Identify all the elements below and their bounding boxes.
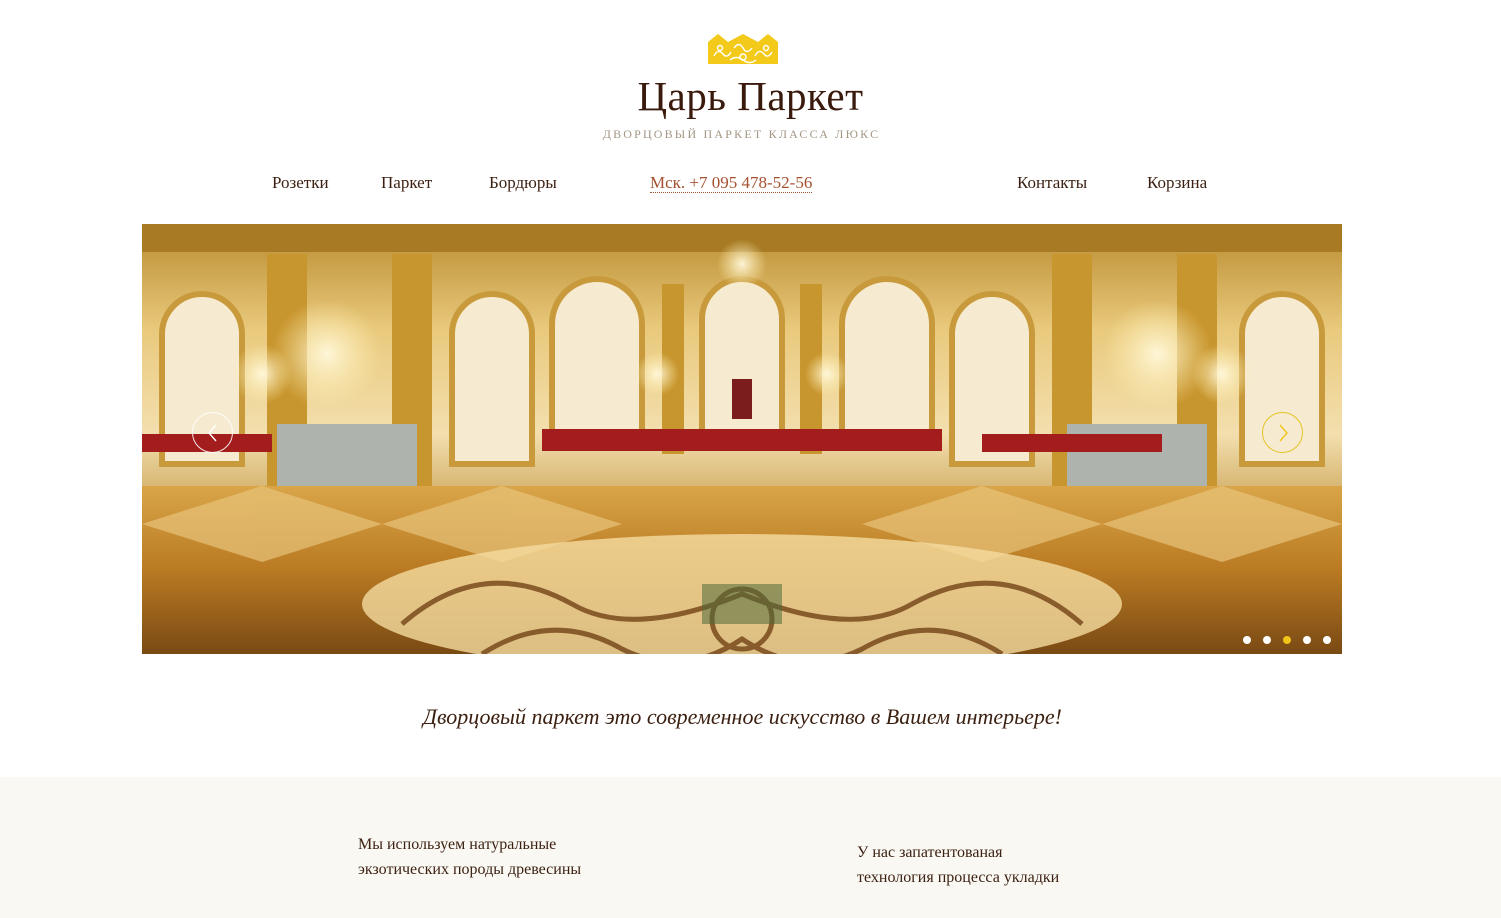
slider-next-button[interactable] bbox=[1262, 412, 1303, 453]
feature-patented-technology: У нас запатентованая технология процесса… bbox=[857, 840, 1059, 890]
slider-dot-3[interactable] bbox=[1283, 636, 1291, 644]
crown-icon bbox=[708, 34, 778, 64]
slider-dot-5[interactable] bbox=[1323, 636, 1331, 644]
nav-borders[interactable]: Бордюры bbox=[489, 173, 557, 193]
nav-rosettes[interactable]: Розетки bbox=[272, 173, 329, 193]
nav-cart[interactable]: Корзина bbox=[1147, 173, 1207, 193]
nav-contacts[interactable]: Контакты bbox=[1017, 173, 1087, 193]
site-subtitle: ДВОРЦОВЫЙ ПАРКЕТ КЛАССА ЛЮКС bbox=[602, 127, 881, 141]
nav-parquet[interactable]: Паркет bbox=[381, 173, 432, 193]
feature-line: У нас запатентованая bbox=[857, 844, 1003, 861]
chevron-right-icon bbox=[1278, 424, 1288, 441]
tagline: Дворцовый паркет это современное искусст… bbox=[422, 704, 1063, 729]
chevron-left-icon bbox=[207, 424, 217, 441]
feature-natural-wood: Мы используем натуральные экзотических п… bbox=[358, 832, 581, 882]
slider-dot-4[interactable] bbox=[1303, 636, 1311, 644]
features-section: Мы используем натуральные экзотических п… bbox=[0, 777, 1501, 918]
palace-hall-parquet-photo bbox=[142, 224, 1342, 654]
phone-link[interactable]: Мск. +7 095 478-52-56 bbox=[650, 173, 813, 193]
slider-dot-1[interactable] bbox=[1243, 636, 1251, 644]
slider-prev-button[interactable] bbox=[192, 412, 233, 453]
hero-slider[interactable] bbox=[142, 224, 1342, 654]
site-title: Царь Паркет bbox=[637, 73, 864, 119]
feature-line: Мы используем натуральные bbox=[358, 836, 557, 853]
feature-line: экзотических породы древесины bbox=[358, 861, 582, 878]
slider-dot-2[interactable] bbox=[1263, 636, 1271, 644]
feature-line: технология процесса укладки bbox=[857, 869, 1060, 886]
